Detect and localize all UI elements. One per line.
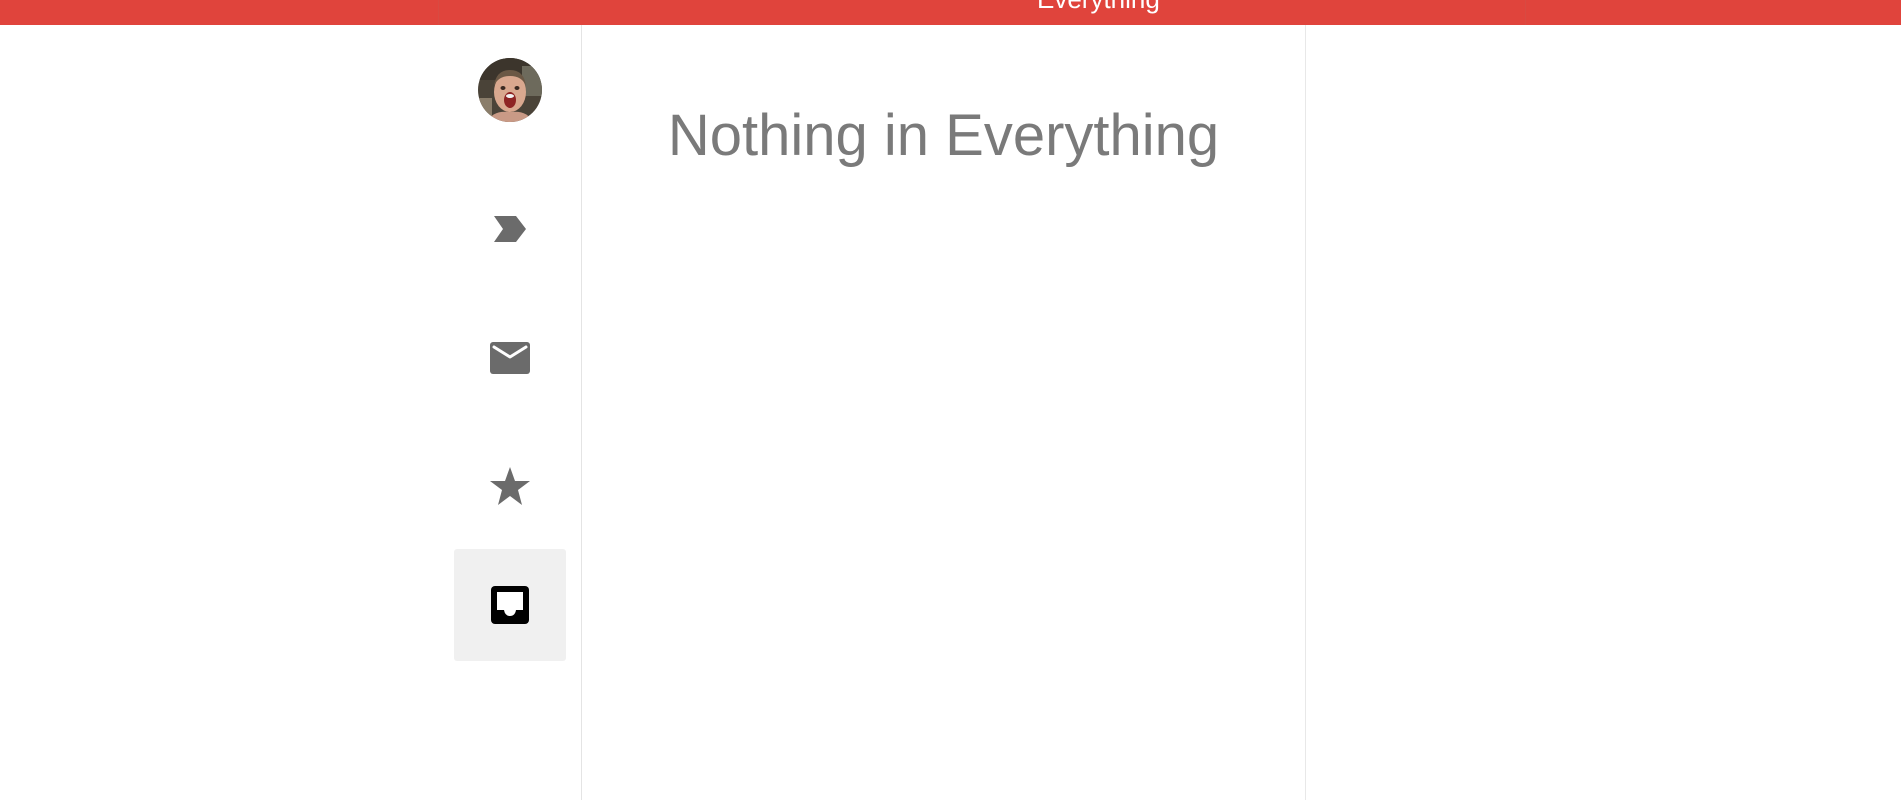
empty-state-message: Nothing in Everything bbox=[667, 103, 1220, 168]
sidebar-item-mail[interactable] bbox=[454, 302, 566, 414]
sidebar-item-inbox[interactable] bbox=[454, 549, 566, 661]
sidebar-item-labels[interactable] bbox=[454, 173, 566, 285]
main-content: Nothing in Everything bbox=[582, 25, 1306, 800]
sidebar bbox=[438, 25, 582, 800]
envelope-icon bbox=[490, 342, 530, 374]
chevron-label-icon bbox=[494, 216, 526, 242]
avatar[interactable] bbox=[478, 58, 542, 122]
top-bar-inner: Everything bbox=[438, 0, 1526, 25]
star-icon bbox=[490, 467, 530, 505]
header-title: Everything bbox=[1037, 0, 1160, 14]
sidebar-item-starred[interactable] bbox=[454, 430, 566, 542]
avatar-image bbox=[478, 58, 542, 122]
top-bar: Everything bbox=[0, 0, 1901, 25]
inbox-icon bbox=[491, 586, 529, 624]
